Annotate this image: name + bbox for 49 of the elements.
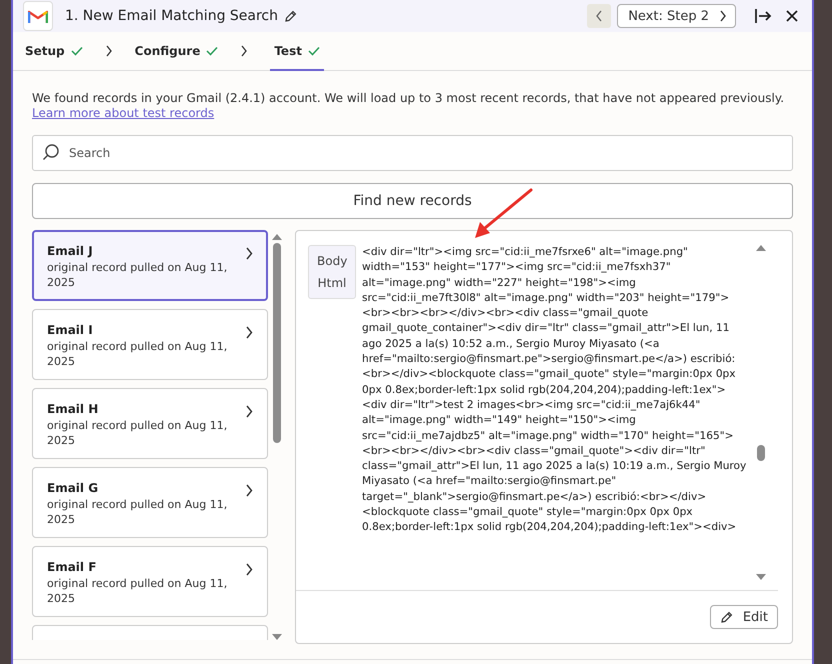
field-value-text: <div dir="ltr"><img src="cid:ii_me7fsrxe6" alt="image.png" width="153" height="177"><img src="cid:ii_me7fsxh37" alt="image.png" width="227" height="198"><img src="cid:ii_me7ft30l8" alt="image.png" width="203" height="179"><br><br><br></div><br><div class="gmail_quote gmail_quote_container"><div dir="ltr" class="gmail_attr">El lun, 11 ago 2025 a la(s) 10:52 a.m., Sergio Muroy Miyasato (<a href="mailto:sergio@finsmart.pe">sergio@finsmart.pe</a>) escribió:<br></div><blockquote class="gmail_quote" style="margin:0px 0px 0px 0.8ex;border-left:1px solid rgb(204,204,204);padding-left:1ex"><div dir="ltr">test 2 images<br><img src="cid:ii_me7aj6k44" alt="image.png" width="149" height="150"><img src="cid:ii_me7ajdbz5" alt="image.png" width="170" height="165"><br><br></div><br><div class="gmail_quote"><div dir="ltr" class="gmail_attr">El lun, 11 ago 2025 a la(s) 10:19 a.m., Sergio Muroy Miyasato (<a href="mailto:sergio@finsmart.pe" target="_blank">sergio@finsmart.pe</a>) escribió:<br></div><blockquote class="gmail_quote" style="margin:0px 0px 0px 0.8ex;border-left:1px solid rgb(204,204,204);padding-left:1ex"><div> [362,245,748,536]
field-label: Body Html [308,245,356,299]
description-text: We found records in your Gmail (2.4.1) account. We will load up to 3 most recent records, that have not appeared previously. [32,91,786,106]
chevron-right-icon [245,247,253,260]
record-title: Email J [47,244,94,258]
record-title: Email H [47,402,100,416]
chevron-right-icon [240,45,248,57]
record-title: Email I [47,323,94,337]
record-card[interactable]: Email J original record pulled on Aug 11, 2025 [32,230,268,301]
step-tab[interactable]: Configure [134,32,218,71]
scroll-down-arrow-icon[interactable] [272,634,282,640]
rename-pencil-icon[interactable] [284,10,298,22]
chevron-right-icon [104,45,113,57]
record-subtitle: original record pulled on Aug 11, 2025 [47,260,228,290]
scrollbar-thumb[interactable] [273,243,281,443]
edit-button[interactable]: Edit [710,605,778,629]
chevron-right-icon [245,405,253,418]
scroll-down-arrow-icon[interactable] [756,574,766,580]
pencil-icon [720,610,733,624]
record-subtitle: original record pulled on Aug 11, 2025 [47,339,228,369]
record-title: Email F [47,560,98,574]
chevron-right-icon [719,10,727,22]
chevron-right-icon [245,563,253,576]
detail-scrollbar[interactable] [756,245,766,580]
record-subtitle: original record pulled on Aug 11, 2025 [47,576,228,606]
exit-arrow-icon[interactable] [754,8,772,24]
record-subtitle: original record pulled on Aug 11, 2025 [47,418,228,448]
find-new-records-button[interactable]: Find new records [32,183,793,219]
close-icon[interactable] [786,10,798,22]
previous-step-button[interactable] [587,4,612,28]
chevron-left-icon [595,10,604,22]
record-card[interactable]: Email F original record pulled on Aug 11, 2025 [32,546,268,617]
record-card[interactable]: Email I original record pulled on Aug 11, 2025 [32,309,268,380]
step-tab[interactable]: Setup [25,32,83,71]
step-tab[interactable]: Test [270,32,324,71]
search-field[interactable]: Search [32,135,793,171]
scroll-up-arrow-icon[interactable] [756,245,766,251]
record-card[interactable]: Email G original record pulled on Aug 11, 2025 [32,467,268,538]
chevron-right-icon [245,326,253,339]
learn-more-link[interactable]: Learn more about test records [32,106,214,121]
record-card[interactable]: Email H original record pulled on Aug 11, 2025 [32,388,268,459]
mail-logo-icon [28,8,48,24]
chevron-right-icon [245,484,253,497]
step-title: 1. New Email Matching Search [65,8,278,24]
scrollbar-thumb[interactable] [757,445,765,461]
record-title: Email G [47,481,100,495]
scroll-up-arrow-icon[interactable] [272,234,282,240]
next-step-button[interactable]: Next: Step 2 [617,4,736,28]
record-subtitle: original record pulled on Aug 11, 2025 [47,497,228,527]
